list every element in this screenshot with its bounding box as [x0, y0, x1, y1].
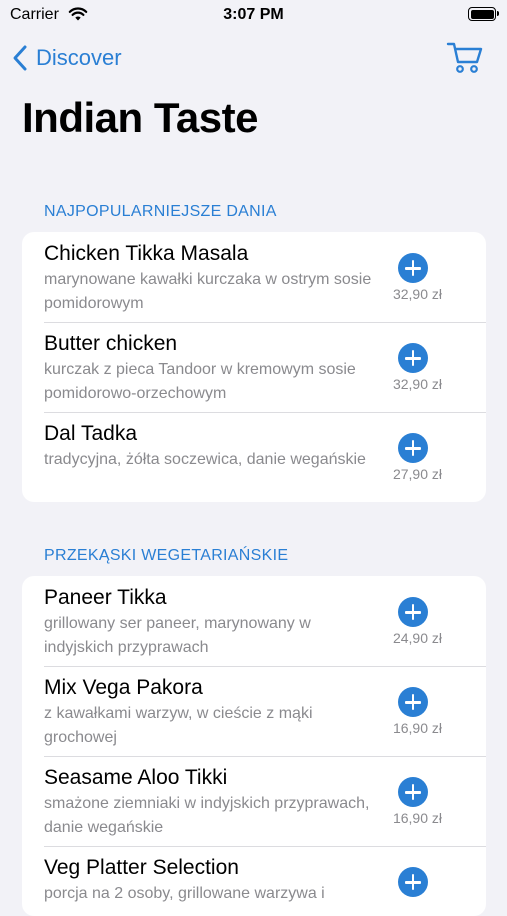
- menu-item: Veg Platter Selection porcja na 2 osoby,…: [22, 846, 486, 916]
- item-price: 27,90 zł: [392, 466, 442, 482]
- back-button[interactable]: Discover: [12, 40, 122, 76]
- add-to-cart-button[interactable]: [398, 687, 428, 717]
- item-description: kurczak z pieca Tandoor w kremowym sosie…: [44, 361, 356, 402]
- add-to-cart-button[interactable]: [398, 343, 428, 373]
- item-name: Seasame Aloo Tikki: [44, 766, 228, 789]
- item-price: 32,90 zł: [392, 376, 442, 392]
- menu-card-popular: Chicken Tikka Masala marynowane kawałki …: [22, 232, 486, 502]
- menu-item: Paneer Tikka grillowany ser paneer, mary…: [22, 576, 486, 666]
- menu-item: Mix Vega Pakora z kawałkami warzyw, w ci…: [22, 666, 486, 756]
- section-header-vegetarian: PRZEKĄSKI WEGETARIAŃSKIE: [44, 547, 289, 564]
- cart-button[interactable]: [446, 40, 484, 76]
- item-description: grillowany ser paneer, marynowany w indy…: [44, 615, 311, 656]
- item-name: Butter chicken: [44, 332, 178, 355]
- item-name: Dal Tadka: [44, 422, 138, 445]
- item-price: 32,90 zł: [392, 286, 442, 302]
- item-name: Paneer Tikka: [44, 586, 167, 609]
- menu-item: Seasame Aloo Tikki smażone ziemniaki w i…: [22, 756, 486, 846]
- item-description: marynowane kawałki kurczaka w ostrym sos…: [44, 271, 372, 312]
- item-name: Mix Vega Pakora: [44, 676, 203, 699]
- menu-item: Dal Tadka tradycyjna, żółta soczewica, d…: [22, 412, 486, 502]
- menu-card-vegetarian: Paneer Tikka grillowany ser paneer, mary…: [22, 576, 486, 916]
- item-description: smażone ziemniaki w indyjskich przyprawa…: [44, 795, 370, 836]
- add-to-cart-button[interactable]: [398, 597, 428, 627]
- item-name: Veg Platter Selection: [44, 856, 239, 879]
- item-description: z kawałkami warzyw, w cieście z mąki gro…: [44, 705, 313, 746]
- status-bar: Carrier 3:07 PM: [0, 0, 507, 32]
- item-price: 16,90 zł: [392, 810, 442, 826]
- battery-icon: [468, 7, 499, 21]
- cart-icon: [446, 42, 483, 73]
- menu-item: Butter chicken kurczak z pieca Tandoor w…: [22, 322, 486, 412]
- item-description: tradycyjna, żółta soczewica, danie wegań…: [44, 451, 366, 468]
- add-to-cart-button[interactable]: [398, 253, 428, 283]
- chevron-left-icon: [13, 45, 27, 71]
- add-to-cart-button[interactable]: [398, 777, 428, 807]
- status-time: 3:07 PM: [223, 6, 284, 23]
- item-price: 16,90 zł: [392, 720, 442, 736]
- item-name: Chicken Tikka Masala: [44, 242, 249, 265]
- back-label: Discover: [36, 45, 122, 70]
- item-price: 24,90 zł: [392, 630, 442, 646]
- menu-item: Chicken Tikka Masala marynowane kawałki …: [22, 232, 486, 322]
- section-header-popular: NAJPOPULARNIEJSZE DANIA: [44, 203, 277, 220]
- add-to-cart-button[interactable]: [398, 867, 428, 897]
- add-to-cart-button[interactable]: [398, 433, 428, 463]
- page-title: Indian Taste: [22, 94, 258, 141]
- item-description: porcja na 2 osoby, grillowane warzywa i: [44, 885, 325, 902]
